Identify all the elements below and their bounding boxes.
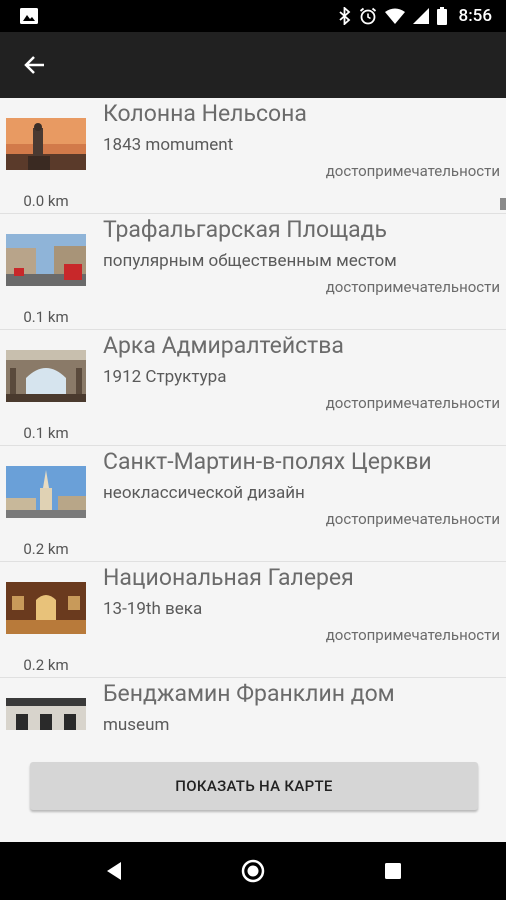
place-category: достопримечательности (325, 626, 500, 644)
place-title: Трафальгарская Площадь (103, 216, 388, 243)
place-subtitle: популярным общественным местом (103, 251, 397, 271)
place-subtitle: неоклассической дизайн (103, 483, 305, 503)
place-thumbnail (6, 118, 86, 170)
place-thumbnail (6, 582, 86, 634)
place-item-st-martin-in-the-fields[interactable]: 0.2 km Санкт-Мартин-в-полях Церкви неокл… (0, 446, 506, 562)
app-toolbar (0, 32, 506, 98)
nav-back-button[interactable] (84, 842, 144, 900)
place-item-admiralty-arch[interactable]: 0.1 km Арка Адмиралтейства 1912 Структур… (0, 330, 506, 446)
nav-home-icon (241, 859, 265, 883)
place-distance: 0.2 km (23, 540, 69, 558)
place-thumbnail (6, 698, 86, 730)
place-item-nelson-column[interactable]: 0.0 km Колонна Нельсона 1843 momument до… (0, 98, 506, 214)
place-subtitle: 13-19th века (103, 599, 203, 619)
show-on-map-button[interactable]: ПОКАЗАТЬ НА КАРТЕ (30, 762, 478, 810)
nav-back-icon (107, 862, 121, 880)
place-title: Колонна Нельсона (103, 100, 307, 127)
place-title: Санкт-Мартин-в-полях Церкви (103, 448, 432, 475)
battery-icon (436, 7, 447, 25)
arrow-back-icon (24, 56, 44, 74)
place-distance: 0.0 km (23, 192, 69, 210)
nav-recents-button[interactable] (363, 842, 423, 900)
place-category: достопримечательности (325, 162, 500, 180)
list-scrollbar[interactable] (500, 198, 506, 210)
status-bar: 8:56 (0, 0, 506, 32)
image-icon (20, 8, 38, 24)
place-thumbnail (6, 234, 86, 286)
alarm-icon (359, 7, 376, 25)
place-item-national-gallery[interactable]: 0.2 km Национальная Галерея 13-19th века… (0, 562, 506, 678)
place-subtitle: 1912 Структура (103, 367, 227, 387)
status-time: 8:56 (458, 6, 492, 26)
places-list[interactable]: 0.0 km Колонна Нельсона 1843 momument до… (0, 98, 506, 730)
place-distance: 0.2 km (23, 656, 69, 674)
back-button[interactable] (14, 44, 56, 86)
place-distance: 0.1 km (23, 308, 69, 326)
place-category: достопримечательности (325, 510, 500, 528)
place-subtitle: museum (103, 715, 170, 730)
nav-recents-icon (385, 863, 401, 879)
system-nav-bar (0, 842, 506, 900)
nav-home-button[interactable] (223, 842, 283, 900)
place-item-benjamin-franklin-house[interactable]: Бенджамин Франклин дом museum (0, 678, 506, 730)
place-subtitle: 1843 momument (103, 135, 234, 155)
bluetooth-icon (338, 7, 350, 25)
place-title: Бенджамин Франклин дом (103, 680, 395, 707)
place-item-trafalgar-square[interactable]: 0.1 km Трафальгарская Площадь популярным… (0, 214, 506, 330)
signal-icon (412, 8, 429, 24)
wifi-icon (384, 8, 405, 24)
place-thumbnail (6, 466, 86, 518)
place-title: Национальная Галерея (103, 564, 354, 591)
place-category: достопримечательности (325, 394, 500, 412)
bottom-action-area: ПОКАЗАТЬ НА КАРТЕ (0, 730, 506, 842)
place-category: достопримечательности (325, 278, 500, 296)
place-title: Арка Адмиралтейства (103, 332, 344, 359)
place-distance: 0.1 km (23, 424, 69, 442)
place-thumbnail (6, 350, 86, 402)
